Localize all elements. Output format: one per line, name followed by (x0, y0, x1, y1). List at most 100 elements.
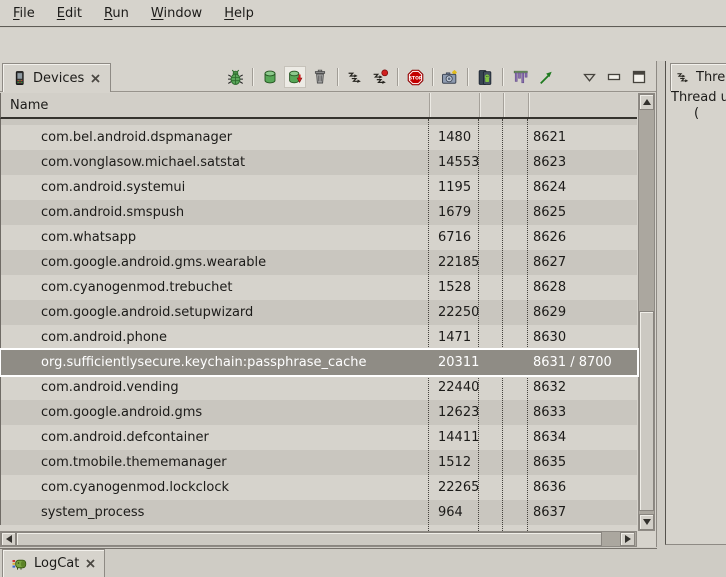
column-grid-line (502, 119, 503, 531)
update-threads-icon[interactable] (344, 66, 366, 88)
left-arrow-icon (6, 535, 12, 543)
cell-pid: 1679 (429, 200, 479, 225)
cell-port: 8637 (528, 500, 637, 525)
cell-pid: 14411 (429, 425, 479, 450)
cause-gc-icon[interactable] (309, 66, 331, 88)
cell-port: 8623 (528, 150, 637, 175)
tab-threads-label: Threads (696, 70, 726, 85)
table-row[interactable]: com.google.android.gms.wearable221858627 (1, 250, 637, 275)
cell-port: 8635 (528, 450, 637, 475)
cell-name: com.android.vending (1, 375, 429, 400)
tab-devices[interactable]: Devices (2, 63, 111, 92)
cell-port: 8632 (528, 375, 637, 400)
close-icon[interactable] (90, 73, 101, 84)
cell-empty (479, 200, 503, 225)
cell-empty (503, 400, 528, 425)
column-divider[interactable] (528, 93, 529, 117)
horizontal-scrollbar-thumb[interactable] (16, 532, 602, 546)
cell-port: 8624 (528, 175, 637, 200)
table-row[interactable]: com.vonglasow.michael.satstat145538623 (1, 150, 637, 175)
table-row[interactable]: com.android.phone14718630 (1, 325, 637, 350)
table-row[interactable]: com.whatsapp67168626 (1, 225, 637, 250)
table-row[interactable]: com.google.android.setupwizard222508629 (1, 300, 637, 325)
cell-name: com.google.android.setupwizard (1, 300, 429, 325)
cell-pid: 1480 (429, 125, 479, 150)
scroll-left-button[interactable] (1, 532, 16, 546)
table-row[interactable]: com.cyanogenmod.trebuchet15288628 (1, 275, 637, 300)
vertical-scrollbar-thumb[interactable] (639, 311, 654, 511)
table-row[interactable]: com.cyanogenmod.lockclock222658636 (1, 475, 637, 500)
stop-process-icon[interactable]: STOP (404, 66, 426, 88)
cell-name: com.vonglasow.michael.satstat (1, 150, 429, 175)
scroll-up-button[interactable] (639, 94, 654, 110)
dump-hprof-icon[interactable] (284, 66, 306, 88)
table-row[interactable]: com.google.android.gms126238633 (1, 400, 637, 425)
cell-empty (503, 450, 528, 475)
main-toolbar-empty (0, 28, 726, 61)
threads-message-line2: ( (666, 106, 726, 122)
tab-threads[interactable]: Threads (670, 63, 726, 91)
cell-empty (503, 425, 528, 450)
devices-tabbar: Devices (0, 61, 656, 92)
cell-name: com.google.android.gms (1, 400, 429, 425)
scroll-right-button[interactable] (620, 532, 635, 546)
table-row[interactable]: com.tmobile.thememanager15128635 (1, 450, 637, 475)
screen-capture-icon[interactable] (439, 66, 461, 88)
maximize-icon[interactable] (628, 66, 650, 88)
menu-run[interactable]: Run (93, 3, 140, 24)
cell-port: 8629 (528, 300, 637, 325)
cell-empty (479, 150, 503, 175)
view-menu-icon[interactable] (578, 66, 600, 88)
horizontal-scrollbar[interactable] (0, 531, 637, 547)
vertical-scrollbar[interactable] (638, 93, 655, 531)
cell-pid: 22440 (429, 375, 479, 400)
table-row[interactable]: com.android.defcontainer144118634 (1, 425, 637, 450)
column-grid-line (478, 119, 479, 531)
opengl-trace-icon[interactable] (534, 66, 556, 88)
table-row[interactable]: com.android.smspush16798625 (1, 200, 637, 225)
device-screen-icon[interactable] (474, 66, 496, 88)
menu-bar: File Edit Run Window Help (0, 0, 726, 27)
logcat-icon (11, 556, 28, 572)
cell-name: com.android.smspush (1, 200, 429, 225)
table-row[interactable]: org.sufficientlysecure.keychain:passphra… (1, 350, 637, 375)
debug-process-icon[interactable] (224, 66, 246, 88)
cell-pid: 1195 (429, 175, 479, 200)
view-sash[interactable] (657, 61, 665, 545)
start-method-profiling-icon[interactable] (369, 66, 391, 88)
column-divider[interactable] (429, 93, 430, 117)
cell-port: 8628 (528, 275, 637, 300)
cell-empty (503, 225, 528, 250)
column-grid-line (428, 119, 429, 531)
table-row[interactable]: com.bel.android.dspmanager14808621 (1, 125, 637, 150)
tab-logcat[interactable]: LogCat (2, 549, 105, 577)
minimize-icon[interactable] (603, 66, 625, 88)
cell-name: com.android.systemui (1, 175, 429, 200)
cell-pid: 20311 (429, 350, 479, 375)
cell-empty (479, 275, 503, 300)
table-row[interactable]: com.android.vending22440 8632 (1, 375, 637, 400)
cell-empty (479, 325, 503, 350)
menu-help[interactable]: Help (213, 3, 265, 24)
toolbar-separator (337, 68, 338, 86)
menu-edit[interactable]: Edit (46, 3, 93, 24)
cell-empty (479, 300, 503, 325)
devices-toolbar: STOP (224, 64, 650, 90)
system-info-icon[interactable] (509, 66, 531, 88)
close-icon[interactable] (85, 558, 96, 569)
cell-pid: 1512 (429, 450, 479, 475)
cell-empty (479, 425, 503, 450)
update-heap-icon[interactable] (259, 66, 281, 88)
table-row[interactable]: system_process9648637 (1, 500, 637, 525)
cell-port: 8636 (528, 475, 637, 500)
devices-view: Devices (0, 61, 657, 547)
menu-window[interactable]: Window (140, 3, 213, 24)
column-divider[interactable] (503, 93, 504, 117)
scroll-down-button[interactable] (639, 514, 654, 530)
cell-empty (503, 375, 528, 400)
table-row[interactable]: com.android.systemui1195 8624 (1, 175, 637, 200)
cell-name: com.cyanogenmod.lockclock (1, 475, 429, 500)
column-divider[interactable] (479, 93, 480, 117)
menu-file[interactable]: File (2, 3, 46, 24)
cell-empty (503, 275, 528, 300)
